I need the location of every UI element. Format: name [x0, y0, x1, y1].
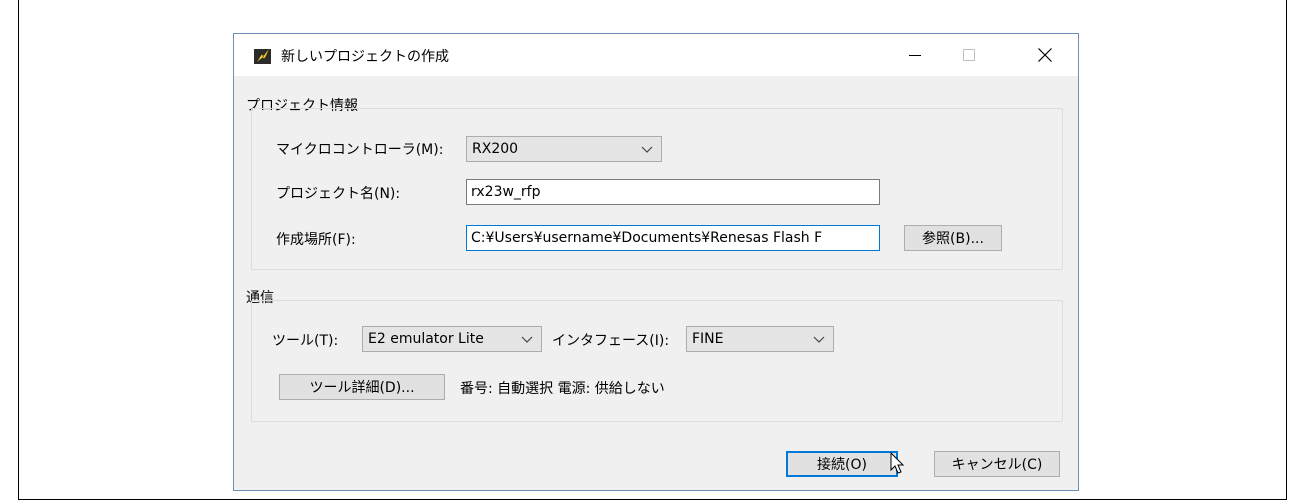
lightning-app-icon	[254, 49, 271, 64]
cancel-button[interactable]: キャンセル(C)	[934, 451, 1060, 477]
maximize-button[interactable]	[946, 34, 992, 76]
tool-select[interactable]: E2 emulator Lite	[362, 326, 542, 352]
microcontroller-label: マイクロコントローラ(M):	[276, 142, 444, 158]
window-title: 新しいプロジェクトの作成	[281, 49, 449, 65]
microcontroller-value: RX200	[472, 141, 519, 157]
connect-button[interactable]: 接続(O)	[786, 451, 898, 477]
tool-label: ツール(T):	[272, 333, 339, 349]
chevron-down-icon	[813, 336, 825, 343]
title-bar[interactable]: 新しいプロジェクトの作成	[234, 34, 1078, 76]
mouse-cursor-icon	[890, 452, 905, 474]
close-icon	[1038, 48, 1052, 62]
interface-label: インタフェース(I):	[552, 333, 670, 349]
tool-value: E2 emulator Lite	[368, 331, 484, 347]
chevron-down-icon	[521, 336, 533, 343]
connection-status-text: 番号: 自動選択 電源: 供給しない	[460, 381, 665, 397]
project-name-field[interactable]: rx23w_rfp	[466, 179, 880, 205]
browse-button[interactable]: 参照(B)...	[904, 225, 1002, 251]
maximize-icon	[963, 49, 975, 61]
chevron-down-icon	[641, 146, 653, 153]
new-project-dialog: 新しいプロジェクトの作成 プロジェクト情報 マイクロコントローラ(M): RX2…	[233, 33, 1079, 491]
location-label: 作成場所(F):	[276, 232, 356, 248]
interface-value: FINE	[692, 331, 724, 347]
minimize-button[interactable]	[892, 34, 938, 76]
communication-group	[251, 300, 1063, 422]
close-button[interactable]	[1022, 34, 1068, 76]
location-field[interactable]: C:¥Users¥username¥Documents¥Renesas Flas…	[466, 225, 880, 251]
microcontroller-select[interactable]: RX200	[466, 136, 662, 162]
interface-select[interactable]: FINE	[686, 326, 834, 352]
minimize-icon	[909, 55, 921, 56]
tool-details-button[interactable]: ツール詳細(D)...	[279, 374, 445, 400]
project-name-label: プロジェクト名(N):	[276, 186, 401, 202]
